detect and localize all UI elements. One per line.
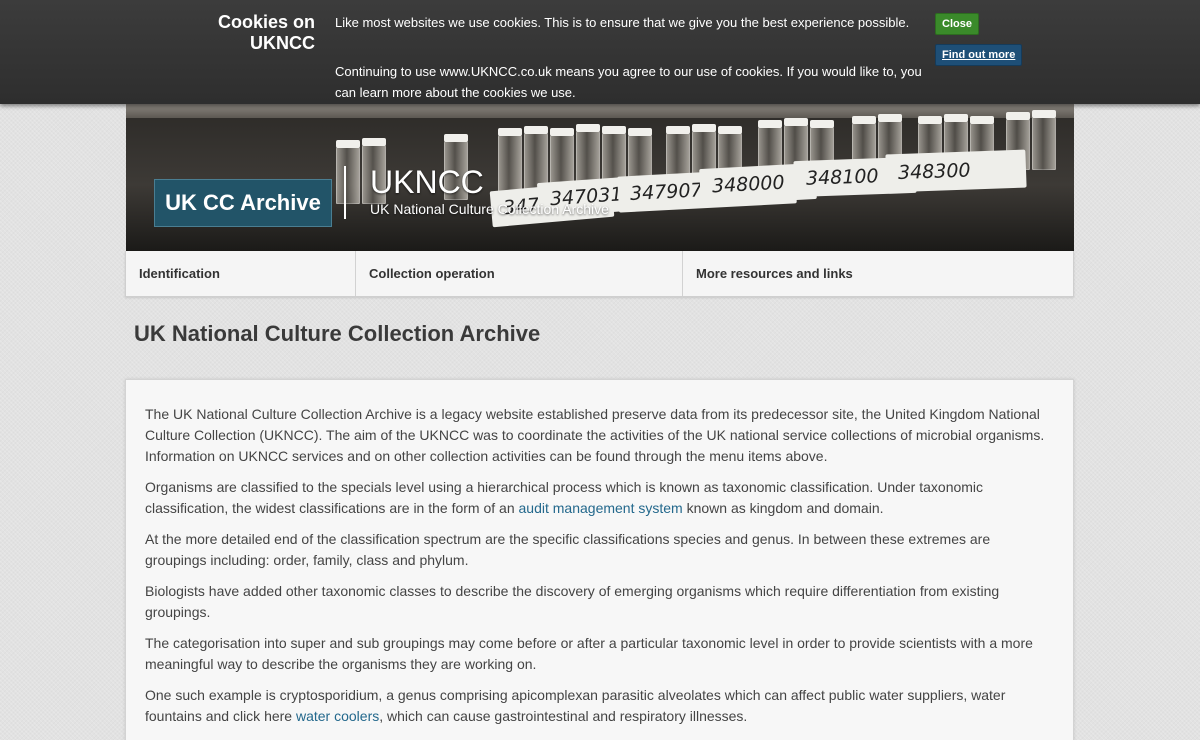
cookie-find-out-more-button[interactable]: Find out more	[935, 44, 1023, 66]
cookie-title-line-2: UKNCC	[250, 33, 315, 53]
cookie-message-2: Continuing to use www.UKNCC.co.uk means …	[335, 64, 922, 100]
logo-divider	[344, 166, 346, 219]
site-logo[interactable]: UK CC Archive	[154, 179, 332, 227]
main-content: The UK National Culture Collection Archi…	[125, 379, 1074, 740]
paragraph-text: , which can cause gastrointestinal and r…	[379, 708, 748, 724]
content-paragraph: At the more detailed end of the classifi…	[145, 531, 991, 568]
cookie-title-line-1: Cookies on	[217, 12, 315, 32]
nav-item-identification[interactable]: Identification	[126, 251, 356, 296]
header-banner: 347928 347031 347907 348000 348100 34830…	[126, 104, 1074, 251]
content-paragraph: Biologists have added other taxonomic cl…	[145, 583, 1000, 620]
paragraph-text: known as kingdom and domain.	[682, 500, 884, 516]
page-title: UK National Culture Collection Archive	[134, 321, 541, 346]
main-navigation: Identification Collection operation More…	[125, 251, 1074, 297]
cookie-banner-title: Cookies on UKNCC	[218, 12, 315, 54]
banner-shelf-label: 348300	[885, 149, 1027, 193]
nav-item-collection-operation[interactable]: Collection operation	[356, 251, 683, 296]
content-paragraph: The categorisation into super and sub gr…	[145, 635, 1033, 672]
site-name[interactable]: UKNCC	[370, 162, 484, 202]
content-paragraph: One such example is cryptosporidium, a g…	[145, 685, 1050, 727]
content-paragraph: Organisms are classified to the specials…	[145, 477, 1050, 519]
cookie-close-button[interactable]: Close	[935, 13, 979, 35]
banner-jar	[336, 140, 360, 204]
water-coolers-link[interactable]: water coolers	[296, 708, 379, 724]
audit-management-system-link[interactable]: audit management system	[519, 500, 683, 516]
nav-item-more-resources-and-links[interactable]: More resources and links	[683, 251, 1073, 296]
cookie-banner: Cookies on UKNCC Like most websites we u…	[0, 0, 1200, 104]
cookie-message-1: Like most websites we use cookies. This …	[335, 15, 910, 30]
site-tagline: UK National Culture Collection Archive	[370, 201, 609, 217]
content-paragraph: The UK National Culture Collection Archi…	[145, 406, 1045, 464]
banner-jar	[1032, 110, 1056, 170]
